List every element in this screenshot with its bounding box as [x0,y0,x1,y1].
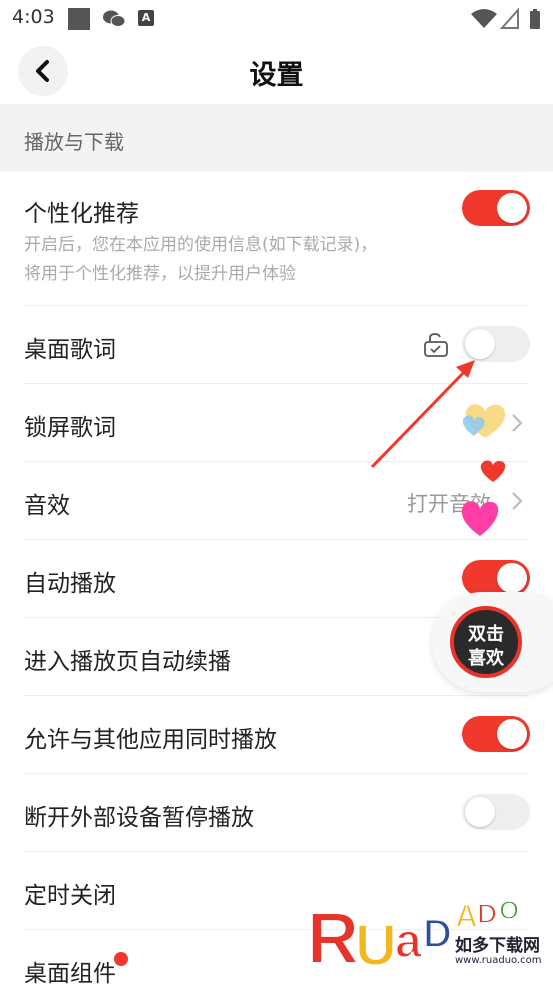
toggle-autoplay[interactable] [462,560,530,596]
watermark-url: www.ruaduo.com [455,955,542,966]
svg-text:O: O [499,895,519,925]
row-sleep-timer-label: 定时关闭 [24,883,116,909]
floater-line1: 双击 [468,624,504,645]
heart-icon [480,460,506,482]
row-lockscreen-lyrics-label: 锁屏歌词 [24,415,116,441]
svg-text:R: R [307,899,359,979]
heart-icon [461,501,499,536]
new-badge-dot [114,952,128,966]
svg-text:D: D [423,912,452,956]
row-sound-effect-label: 音效 [24,493,70,519]
row-auto-continue-label: 进入播放页自动续播 [24,649,231,675]
floater-line2: 喜欢 [468,648,504,669]
status-bar: 4:03 A [0,0,553,38]
wechat-icon [103,10,126,27]
heart-icon [462,404,505,438]
row-desktop-lyrics-label: 桌面歌词 [24,337,116,363]
page-title: 设置 [249,60,304,91]
section-header: 播放与下载 [0,104,553,172]
chevron-right-icon [512,492,523,510]
row-pause-on-disconnect[interactable]: 断开外部设备暂停播放 [0,774,553,852]
row-pause-on-disconnect-label: 断开外部设备暂停播放 [24,805,254,831]
row-allow-simultaneous-label: 允许与其他应用同时播放 [24,727,277,753]
status-time: 4:03 [12,6,55,28]
wifi-icon [471,9,497,28]
header: 设置 [0,38,553,104]
signal-icon [500,8,519,29]
row-personalized-label: 个性化推荐 [24,201,139,227]
svg-text:A: A [455,898,478,934]
chevron-right-icon [512,414,523,432]
row-personalized-desc: 开启后，您在本应用的使用信息(如下载记录)， 将用于个性化推荐，以提升用户体验 [24,231,494,289]
toggle-allow-simultaneous[interactable] [462,716,530,752]
watermark-logo: R U a D A D O 如多下载网 www.ruaduo.com [305,885,553,984]
svg-text:a: a [395,915,422,968]
row-personalized-desc-line1: 开启后，您在本应用的使用信息(如下载记录)， [24,235,378,255]
row-allow-simultaneous[interactable]: 允许与其他应用同时播放 [0,696,553,774]
watermark-cn: 如多下载网 [455,936,540,956]
svg-text:U: U [355,913,397,978]
toggle-pause-on-disconnect[interactable] [462,794,530,830]
battery-icon [530,9,540,29]
row-desktop-widget-label: 桌面组件 [24,961,116,987]
row-personalized[interactable]: 个性化推荐 开启后，您在本应用的使用信息(如下载记录)， 将用于个性化推荐，以提… [0,172,553,306]
double-tap-like-button[interactable]: 双击 喜欢 [432,592,553,692]
notification-icon [68,8,90,30]
app-a-icon: A [138,10,154,26]
svg-text:D: D [477,898,497,929]
row-personalized-desc-line2: 将用于个性化推荐，以提升用户体验 [24,264,296,284]
album-disc: 双击 喜欢 [450,606,522,678]
row-autoplay-label: 自动播放 [24,571,116,597]
toggle-personalized[interactable] [462,190,530,226]
section-label: 播放与下载 [24,130,124,154]
